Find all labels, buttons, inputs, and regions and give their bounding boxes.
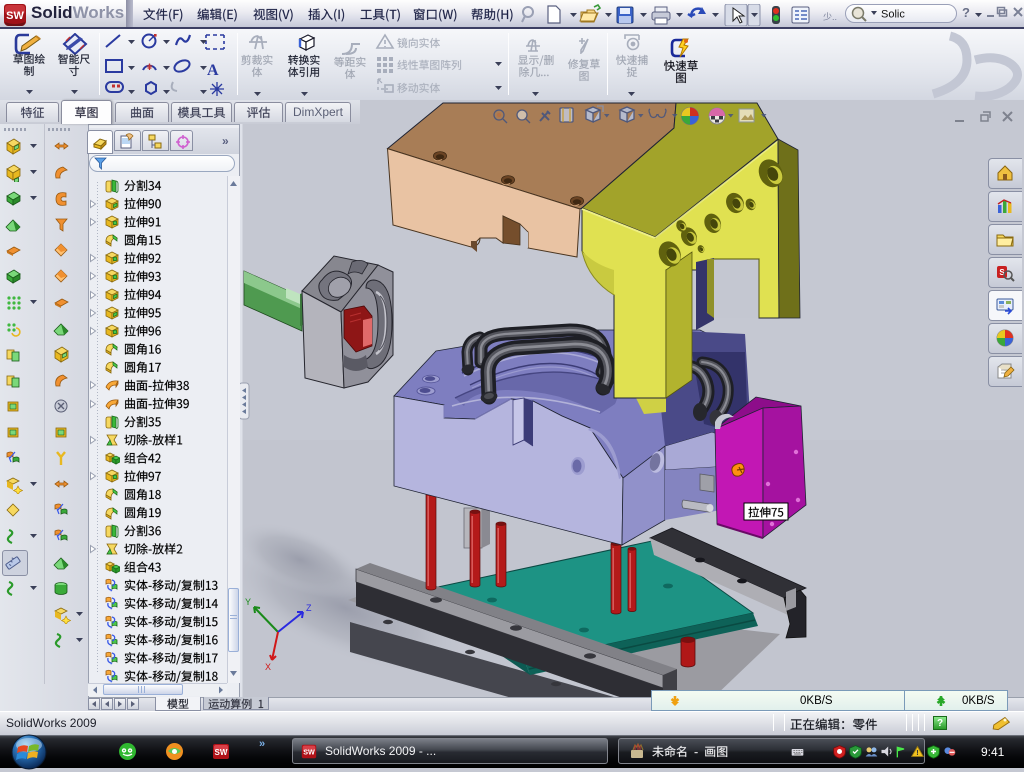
svg-text:SW: SW	[6, 10, 24, 22]
svg-text:少..: 少..	[823, 12, 837, 22]
svg-text:Z: Z	[306, 603, 312, 613]
svg-text:Solic: Solic	[881, 9, 905, 21]
svg-text:SW: SW	[215, 748, 228, 757]
svg-text:X: X	[265, 662, 271, 672]
svg-text:A: A	[207, 62, 219, 79]
svg-text:!: !	[916, 748, 919, 757]
svg-text:SW: SW	[303, 748, 315, 757]
svg-text:Y: Y	[245, 597, 251, 607]
